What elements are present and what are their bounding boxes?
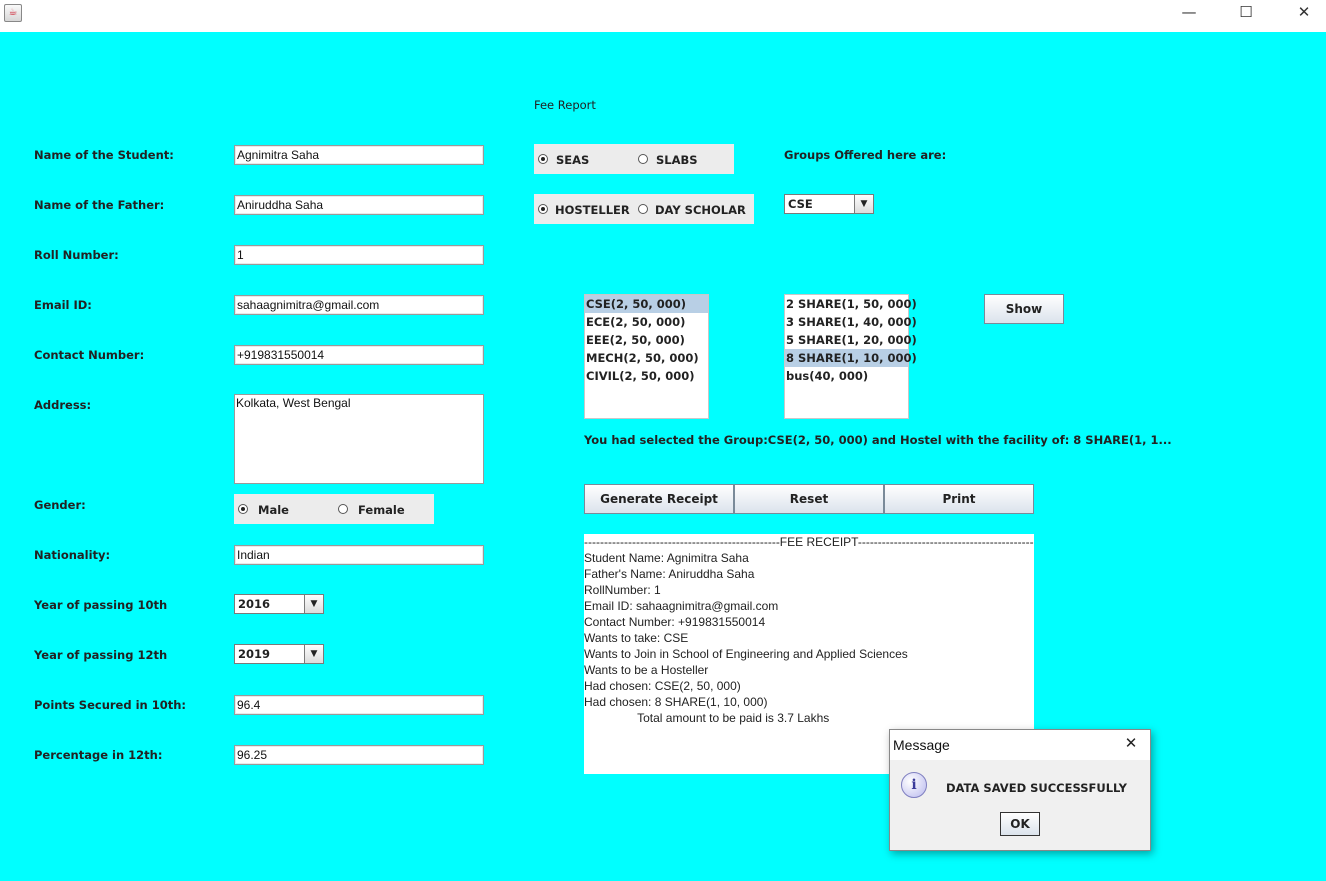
- list-item[interactable]: 8 SHARE(1, 10, 000): [785, 349, 917, 367]
- list-item[interactable]: 2 SHARE(1, 50, 000): [785, 295, 917, 313]
- list-item[interactable]: ECE(2, 50, 000): [585, 313, 708, 331]
- year10-label: Year of passing 10th: [34, 598, 168, 612]
- dialog-close-button[interactable]: ✕: [1120, 734, 1142, 754]
- info-icon: i: [901, 772, 927, 798]
- school-seas-radio[interactable]: [538, 154, 548, 164]
- day-scholar-label: DAY SCHOLAR: [655, 203, 746, 217]
- gender-radio-group: Male Female: [234, 494, 434, 524]
- receipt-line: Had chosen: CSE(2, 50, 000): [584, 679, 741, 693]
- school-seas-label: SEAS: [556, 153, 590, 167]
- roll-number-input[interactable]: 1: [234, 245, 484, 265]
- dialog-message: DATA SAVED SUCCESSFULLY: [946, 781, 1127, 795]
- hosteller-label: HOSTELLER: [555, 203, 630, 217]
- dialog-titlebar: Message ✕: [890, 730, 1150, 760]
- contact-label: Contact Number:: [34, 348, 145, 362]
- minimize-button[interactable]: —: [1160, 0, 1218, 26]
- list-item[interactable]: CSE(2, 50, 000): [585, 295, 708, 313]
- roll-number-label: Roll Number:: [34, 248, 119, 262]
- receipt-header-line: ----------------------------------------…: [584, 535, 1034, 549]
- points10-input[interactable]: 96.4: [234, 695, 484, 715]
- father-name-label: Name of the Father:: [34, 198, 165, 212]
- gender-label: Gender:: [34, 498, 86, 512]
- receipt-line: Father's Name: Aniruddha Saha: [584, 567, 755, 581]
- address-label: Address:: [34, 398, 92, 412]
- java-app-icon: ☕: [4, 4, 22, 22]
- year10-select[interactable]: 2016 ▼: [234, 594, 324, 614]
- group-list: CSE(2, 50, 000) ECE(2, 50, 000) EEE(2, 5…: [584, 294, 709, 419]
- points10-label: Points Secured in 10th:: [34, 698, 187, 712]
- school-radio-group: SEAS SLABS: [534, 144, 734, 174]
- list-item[interactable]: MECH(2, 50, 000): [585, 349, 708, 367]
- ok-button[interactable]: OK: [1000, 812, 1040, 836]
- receipt-line: Had chosen: 8 SHARE(1, 10, 000): [584, 695, 768, 709]
- close-window-button[interactable]: ✕: [1275, 0, 1326, 26]
- selection-summary: You had selected the Group:CSE(2, 50, 00…: [584, 433, 1172, 447]
- contact-input[interactable]: +919831550014: [234, 345, 484, 365]
- list-item[interactable]: 5 SHARE(1, 20, 000): [785, 331, 917, 349]
- nationality-label: Nationality:: [34, 548, 111, 562]
- address-textarea[interactable]: Kolkata, West Bengal: [234, 394, 484, 484]
- generate-receipt-button[interactable]: Generate Receipt: [584, 484, 734, 514]
- groups-value: CSE: [788, 197, 813, 211]
- groups-select[interactable]: CSE ▼: [784, 194, 874, 214]
- page-title: Fee Report: [534, 98, 596, 112]
- message-dialog: Message ✕ i DATA SAVED SUCCESSFULLY OK: [889, 729, 1151, 851]
- percent12-input[interactable]: 96.25: [234, 745, 484, 765]
- gender-male-label: Male: [258, 503, 289, 517]
- year12-value: 2019: [238, 647, 271, 661]
- email-label: Email ID:: [34, 298, 92, 312]
- chevron-down-icon[interactable]: ▼: [304, 645, 323, 663]
- residence-radio-group: HOSTELLER DAY SCHOLAR: [534, 194, 754, 224]
- list-item[interactable]: bus(40, 000): [785, 367, 908, 385]
- maximize-button[interactable]: ☐: [1217, 0, 1275, 26]
- receipt-line: Wants to take: CSE: [584, 631, 689, 645]
- receipt-line: Wants to Join in School of Engineering a…: [584, 647, 908, 661]
- year12-label: Year of passing 12th: [34, 648, 168, 662]
- hosteller-radio[interactable]: [538, 204, 548, 214]
- email-input[interactable]: sahaagnimitra@gmail.com: [234, 295, 484, 315]
- school-slabs-label: SLABS: [656, 153, 698, 167]
- gender-male-radio[interactable]: [238, 504, 248, 514]
- father-name-input[interactable]: Aniruddha Saha: [234, 195, 484, 215]
- show-button[interactable]: Show: [984, 294, 1064, 324]
- receipt-line: Wants to be a Hosteller: [584, 663, 709, 677]
- window-titlebar: ☕ — ☐ ✕: [0, 0, 1326, 32]
- student-name-label: Name of the Student:: [34, 148, 174, 162]
- list-item[interactable]: 3 SHARE(1, 40, 000): [785, 313, 917, 331]
- reset-button[interactable]: Reset: [734, 484, 884, 514]
- year12-select[interactable]: 2019 ▼: [234, 644, 324, 664]
- day-scholar-radio[interactable]: [638, 204, 648, 214]
- hostel-list: 2 SHARE(1, 50, 000) 3 SHARE(1, 40, 000) …: [784, 294, 917, 419]
- print-button[interactable]: Print: [884, 484, 1034, 514]
- year10-value: 2016: [238, 597, 271, 611]
- student-name-input[interactable]: Agnimitra Saha: [234, 145, 484, 165]
- dialog-title: Message: [893, 737, 950, 753]
- nationality-input[interactable]: Indian: [234, 545, 484, 565]
- gender-female-radio[interactable]: [338, 504, 348, 514]
- chevron-down-icon[interactable]: ▼: [854, 195, 873, 213]
- school-slabs-radio[interactable]: [638, 154, 648, 164]
- list-item[interactable]: CIVIL(2, 50, 000): [585, 367, 708, 385]
- receipt-line: Email ID: sahaagnimitra@gmail.com: [584, 599, 779, 613]
- receipt-line: RollNumber: 1: [584, 583, 661, 597]
- receipt-total-line: Total amount to be paid is 3.7 Lakhs: [584, 711, 830, 725]
- receipt-line: Contact Number: +919831550014: [584, 615, 766, 629]
- gender-female-label: Female: [358, 503, 405, 517]
- chevron-down-icon[interactable]: ▼: [304, 595, 323, 613]
- receipt-line: Student Name: Agnimitra Saha: [584, 551, 749, 565]
- percent12-label: Percentage in 12th:: [34, 748, 163, 762]
- groups-label: Groups Offered here are:: [784, 148, 947, 162]
- list-item[interactable]: EEE(2, 50, 000): [585, 331, 708, 349]
